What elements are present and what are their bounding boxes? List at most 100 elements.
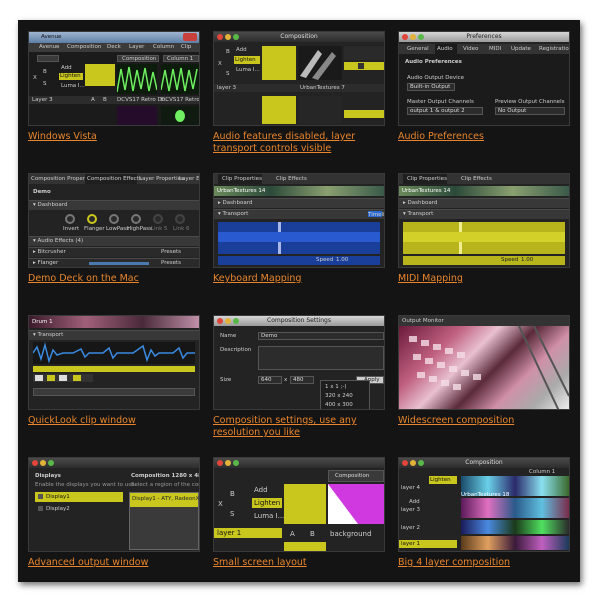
play-icon[interactable] (47, 375, 55, 381)
caption-quicklook[interactable]: QuickLook clip window (28, 415, 208, 427)
tab-clip-properties[interactable]: Clip Properties (407, 175, 447, 183)
zoom-icon[interactable] (233, 460, 239, 466)
tab-clip-properties[interactable]: Clip Properties (222, 175, 262, 183)
forward-icon[interactable] (59, 375, 67, 381)
composition-x-button[interactable] (37, 55, 59, 62)
loop-icon[interactable] (73, 375, 81, 381)
thumbnail-audio-disabled[interactable]: Composition X B S Add Lighten Luma I... … (213, 31, 385, 126)
caption-demo-deck[interactable]: Demo Deck on the Mac (28, 273, 208, 285)
tab-update[interactable]: Update (511, 45, 531, 53)
layer-slider[interactable] (262, 46, 296, 80)
chevron-right-icon[interactable]: ▸ (33, 249, 36, 255)
chevron-down-icon[interactable]: ▾ (33, 332, 36, 338)
effect-slider[interactable] (89, 262, 149, 265)
resolution-option[interactable]: 1 x 1 ;-) (325, 383, 346, 391)
knob-link-6[interactable] (175, 214, 185, 224)
layer-slider[interactable] (284, 484, 326, 524)
knob-highpass[interactable] (131, 214, 141, 224)
transport-timeline[interactable] (218, 222, 380, 254)
thumbnail-big-4-layer[interactable]: Composition Column 1 Lighten layer 4 Add… (398, 457, 570, 552)
close-icon[interactable] (32, 460, 38, 466)
thumbnail-windows-vista[interactable]: Avenue Avenue Composition Deck Layer Col… (28, 31, 200, 126)
transport-bar[interactable] (33, 366, 195, 372)
description-input[interactable] (258, 346, 384, 370)
layer-transport[interactable] (344, 110, 384, 118)
clip-thumbnail[interactable] (298, 96, 342, 124)
tab-registration[interactable]: Registration (539, 45, 569, 53)
knob-invert[interactable] (65, 214, 75, 224)
rewind-icon[interactable] (35, 375, 43, 381)
layer-s-button[interactable]: S (230, 510, 234, 518)
zoom-icon[interactable] (48, 460, 54, 466)
audio-waveform[interactable] (32, 342, 195, 364)
blend-lighten[interactable]: Lighten (430, 476, 451, 484)
tab-general[interactable]: General (407, 45, 429, 53)
blend-add[interactable]: Add (254, 486, 268, 494)
layer-x-button[interactable]: X (33, 74, 37, 82)
effect-bitcrusher[interactable]: Bitcrusher (38, 249, 66, 255)
resolution-option[interactable]: 320 x 240 (325, 392, 353, 400)
blend-add[interactable]: Add (236, 46, 247, 54)
clip-row[interactable] (461, 520, 569, 534)
layer-slider[interactable] (85, 64, 115, 86)
layer-s-button[interactable]: S (43, 80, 47, 88)
knob-flanger[interactable] (87, 214, 97, 224)
presets-select[interactable]: Presets (161, 259, 181, 267)
thumbnail-keyboard-mapping[interactable]: Clip Properties Clip Effects UrbanTextur… (213, 173, 385, 268)
caption-keyboard-mapping[interactable]: Keyboard Mapping (213, 273, 393, 285)
crossfade-b-button[interactable]: B (103, 96, 107, 104)
speed-value[interactable]: 1.00 (521, 256, 533, 264)
tab-layer-effects[interactable]: Layer Effe (179, 175, 199, 183)
blend-add[interactable]: Add (409, 498, 420, 506)
tab-clip-effects[interactable]: Clip Effects (461, 175, 492, 183)
composition-region-canvas[interactable]: Display1 - ATY, RadeonX1600 (129, 492, 199, 550)
chevron-right-icon[interactable]: ▸ (218, 200, 221, 206)
presets-select[interactable]: Presets (161, 248, 181, 257)
tab-midi[interactable]: MIDI (489, 45, 501, 53)
layer-s-button[interactable]: S (226, 70, 230, 78)
menu-avenue[interactable]: Avenue (39, 43, 59, 51)
clip-thumbnail[interactable] (117, 106, 157, 125)
chevron-down-icon[interactable]: ▾ (33, 202, 36, 208)
layer-slider[interactable] (262, 96, 296, 124)
minimize-icon[interactable] (40, 460, 46, 466)
tab-composition-effects[interactable]: Composition Effects (87, 175, 142, 183)
crossfade-a-button[interactable]: A (290, 530, 295, 538)
knob-link-5[interactable] (153, 214, 163, 224)
menu-deck[interactable]: Deck (107, 43, 121, 51)
menu-column[interactable]: Column (153, 43, 174, 51)
clip-row[interactable] (461, 498, 569, 518)
clip-thumbnail[interactable] (160, 64, 199, 94)
chevron-down-icon[interactable]: ▾ (218, 211, 221, 217)
blend-lighten[interactable]: Lighten (235, 56, 256, 64)
speed-slider[interactable] (33, 388, 195, 396)
display-item-1[interactable]: Display1 (46, 493, 70, 501)
caption-small-screen[interactable]: Small screen layout (213, 557, 393, 569)
layer-transport[interactable] (344, 62, 384, 70)
timeline-badge[interactable]: Timeline (368, 211, 384, 218)
layer-slider[interactable] (284, 542, 326, 551)
resolution-option[interactable]: 400 x 300 (325, 401, 353, 409)
blend-luma[interactable]: Luma I... (254, 512, 284, 520)
caption-widescreen[interactable]: Widescreen composition (398, 415, 578, 427)
knob-lowpass[interactable] (109, 214, 119, 224)
master-select[interactable]: output 1 & output 2 (407, 107, 483, 115)
thumbnail-small-screen[interactable]: Composition X B S Add Lighten Luma I... … (213, 457, 385, 552)
tab-layer-properties[interactable]: Layer Properties (139, 175, 184, 183)
blend-luma[interactable]: Luma I... (61, 82, 85, 90)
preview-select[interactable]: No Output (495, 107, 565, 115)
display-item-2[interactable]: Display2 (46, 505, 70, 513)
resolution-dropdown[interactable]: 1 x 1 ;-) 320 x 240 400 x 300 (320, 380, 370, 409)
layer-b-button[interactable]: B (43, 68, 47, 76)
play-icon[interactable] (358, 63, 364, 69)
layer-b-button[interactable]: B (226, 48, 230, 56)
close-icon[interactable] (183, 33, 197, 41)
thumbnail-quicklook[interactable]: Drum 1 ▾ Transport (28, 315, 200, 410)
thumbnail-demo-deck[interactable]: Composition Properties Composition Effec… (28, 173, 200, 268)
clip-thumbnail[interactable] (116, 64, 158, 94)
caption-big-4-layer[interactable]: Big 4 layer composition (398, 557, 578, 569)
caption-composition-settings[interactable]: Composition settings, use any resolution… (213, 415, 393, 439)
clip-row[interactable] (461, 536, 569, 550)
chevron-right-icon[interactable]: ▸ (33, 260, 36, 266)
chevron-right-icon[interactable]: ▸ (403, 200, 406, 206)
